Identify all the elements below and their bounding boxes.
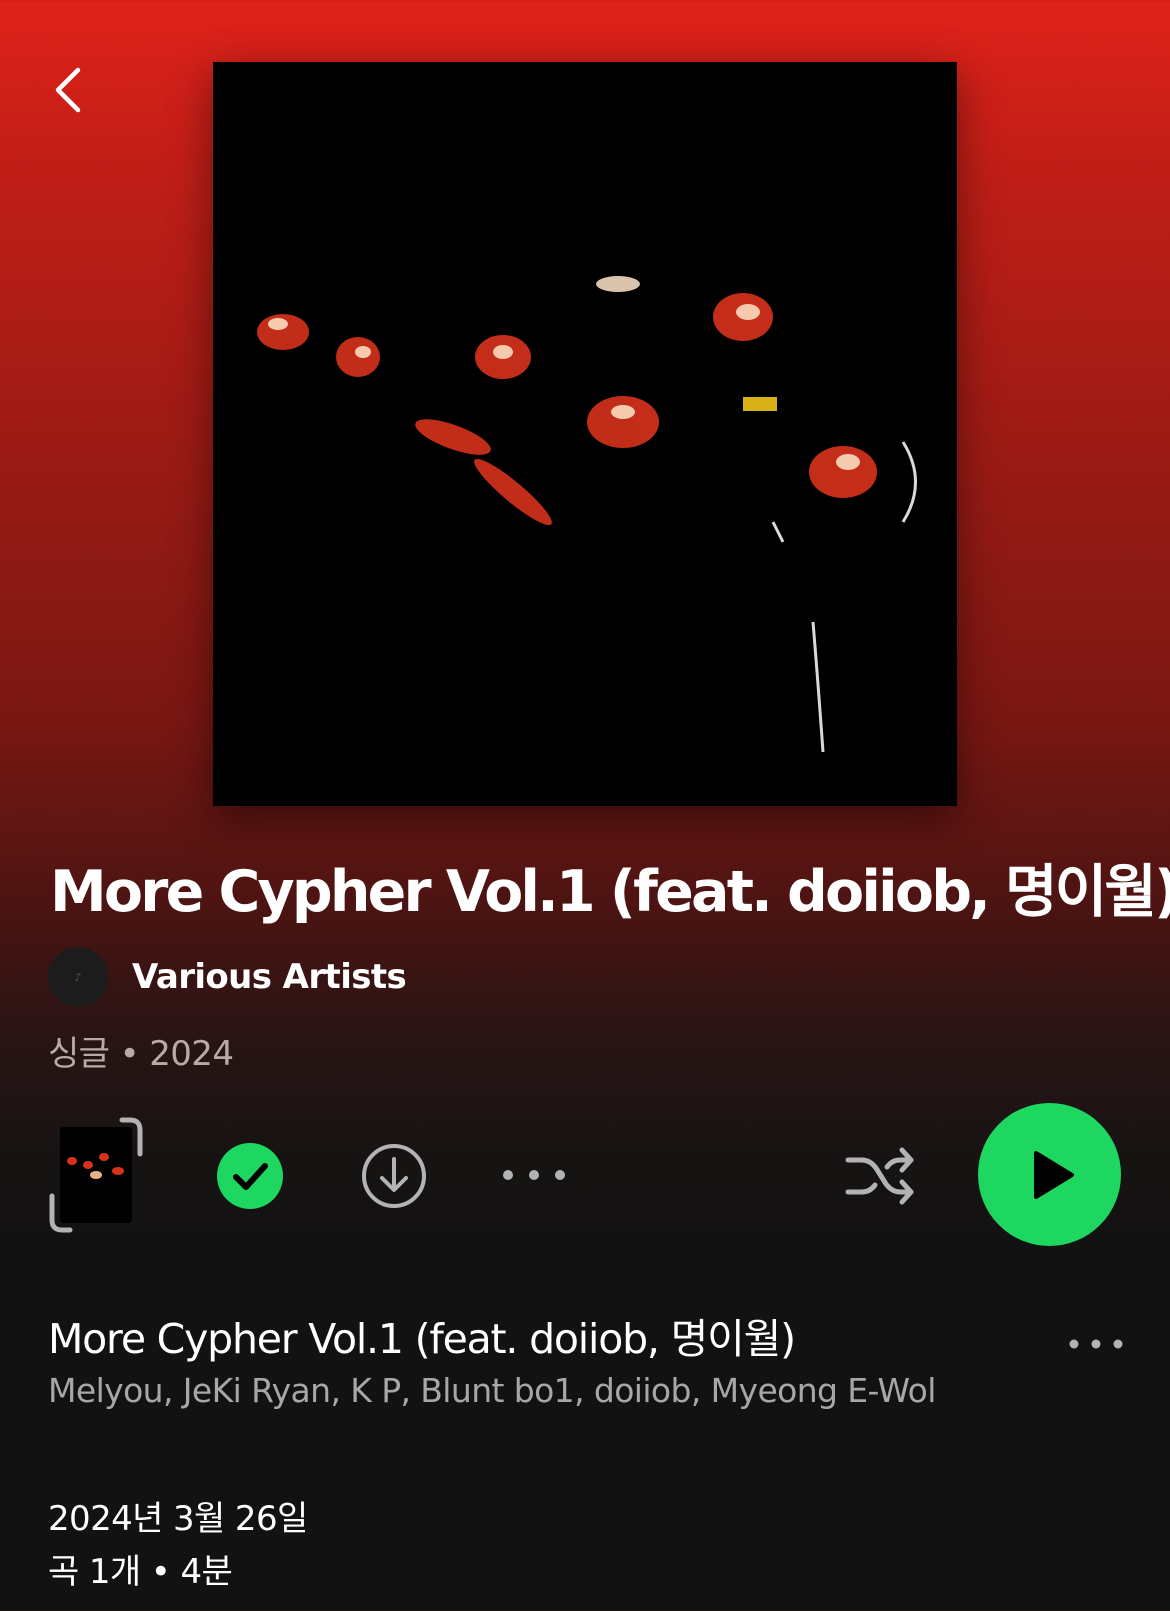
more-options-button[interactable] [500,1160,568,1190]
track-artists: Melyou, JeKi Ryan, K P, Blunt bo1, doiio… [48,1371,936,1410]
track-more-button[interactable] [1066,1329,1126,1359]
play-icon [1033,1150,1074,1199]
shuffle-icon [845,1147,914,1205]
track-summary: 곡 1개 • 4분 [48,1552,233,1592]
download-icon [362,1144,426,1208]
back-button[interactable] [40,60,100,120]
shuffle-button[interactable] [844,1142,916,1210]
saved-button[interactable] [216,1142,284,1210]
play-button[interactable] [978,1103,1121,1246]
track-row[interactable]: More Cypher Vol.1 (feat. doiiob, 명이월) Me… [48,1305,1128,1425]
album-title: More Cypher Vol.1 (feat. doiiob, 명이월) [50,859,1170,925]
download-button[interactable] [360,1142,428,1210]
album-preview-button[interactable] [48,1116,144,1234]
album-cover [213,62,957,806]
artist-name[interactable]: Various Artists [132,957,407,997]
album-meta: 싱글 • 2024 [48,1034,234,1074]
artist-avatar[interactable]: ♪ [48,947,108,1007]
track-title: More Cypher Vol.1 (feat. doiiob, 명이월) [48,1315,796,1363]
music-note-icon: ♪ [74,970,82,984]
release-date: 2024년 3월 26일 [48,1499,308,1539]
more-horizontal-icon [503,1170,565,1180]
chevron-left-icon [55,67,81,113]
more-horizontal-icon [1069,1339,1123,1349]
album-preview-thumbnail [60,1127,132,1223]
check-circle-icon [217,1143,283,1209]
artist-row[interactable]: ♪ Various Artists [48,947,407,1007]
